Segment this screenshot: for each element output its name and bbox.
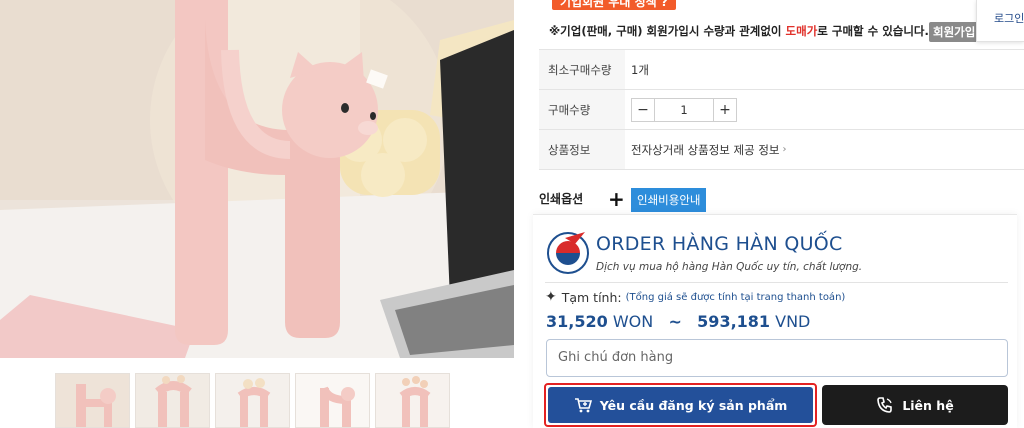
cart-icon: [574, 398, 592, 413]
thumbnail-strip: [55, 373, 450, 428]
brand-name: ORDER HÀNG HÀN QUỐC: [596, 233, 843, 255]
qty-label: 구매수량: [539, 90, 625, 129]
chevron-right-icon: ›: [782, 144, 787, 155]
price-won: 31,520: [546, 312, 608, 331]
qty-decrease-button[interactable]: −: [632, 99, 654, 121]
subtotal-note: (Tổng giá sẽ được tính tại trang thanh t…: [625, 291, 846, 303]
price-range: 31,520 WON ~ 593,181 VND: [546, 312, 810, 331]
product-info-label: 상품정보: [539, 130, 625, 169]
notice-suffix: 로 구매할 수 있습니다.: [817, 24, 929, 38]
purchase-panel: 기업회원 우대 정책 ? ※기업(판매, 구매) 회원가입시 수량과 관계없이 …: [533, 0, 1024, 428]
sparkle-icon: ✦: [545, 289, 557, 305]
product-info-table: 최소구매수량 1개 구매수량 − 1 + 상품정보 전자상거래 상품정보 제공 …: [539, 49, 1024, 170]
quantity-stepper: − 1 +: [631, 97, 737, 122]
qty-value-cell: − 1 +: [625, 97, 737, 122]
contact-button[interactable]: Liên hệ: [822, 385, 1008, 425]
order-note-input[interactable]: Ghi chú đơn hàng: [546, 339, 1008, 377]
promo-banner[interactable]: 기업회원 우대 정책 ?: [552, 0, 676, 10]
min-qty-label: 최소구매수량: [539, 50, 625, 89]
contact-button-label: Liên hệ: [902, 397, 954, 413]
thumbnail-5[interactable]: [375, 373, 450, 428]
notice-prefix: ※기업(판매, 구매) 회원가입시 수량과 관계없이: [549, 24, 786, 38]
product-info-text: 전자상거래 상품정보 제공 정보: [631, 142, 780, 157]
thumbnail-3[interactable]: [215, 373, 290, 428]
product-info-row: 상품정보 전자상거래 상품정보 제공 정보 ›: [539, 130, 1024, 170]
min-qty-value: 1개: [631, 62, 649, 77]
subtotal-row: ✦ Tạm tính: (Tổng giá sẽ được tính tại t…: [545, 289, 845, 305]
wholesale-notice: ※기업(판매, 구매) 회원가입시 수량과 관계없이 도매가로 구매할 수 있습…: [549, 23, 929, 39]
order-logo: [545, 230, 591, 276]
main-product-image: [0, 0, 514, 358]
login-link[interactable]: 로그인: [976, 0, 1024, 42]
vnd-unit: VND: [775, 312, 811, 331]
thumbnail-2[interactable]: [135, 373, 210, 428]
product-info-link[interactable]: 전자상거래 상품정보 제공 정보 ›: [625, 142, 787, 158]
divider: [545, 282, 1008, 283]
plus-icon[interactable]: +: [608, 187, 625, 211]
thumbnail-1[interactable]: [55, 373, 130, 428]
price-vnd: 593,181: [697, 312, 771, 331]
qty-input[interactable]: 1: [654, 98, 714, 121]
print-option-label: 인쇄옵션: [539, 192, 584, 206]
qty-row: 구매수량 − 1 +: [539, 90, 1024, 130]
subtotal-label: Tạm tính:: [561, 289, 622, 305]
order-card: ORDER HÀNG HÀN QUỐC Dịch vụ mua hộ hàng …: [533, 214, 1017, 428]
price-tilde: ~: [668, 312, 682, 331]
phone-icon: [877, 397, 893, 413]
product-page: 기업회원 우대 정책 ? ※기업(판매, 구매) 회원가입시 수량과 관계없이 …: [0, 0, 1024, 428]
register-button-label: Yêu cầu đăng ký sản phẩm: [599, 397, 788, 413]
won-unit: WON: [612, 312, 654, 331]
thumbnail-4[interactable]: [295, 373, 370, 428]
qty-increase-button[interactable]: +: [714, 99, 736, 121]
brand-tagline: Dịch vụ mua hộ hàng Hàn Quốc uy tín, chấ…: [596, 261, 863, 273]
print-cost-guide-button[interactable]: 인쇄비용안내: [631, 188, 707, 212]
register-product-button[interactable]: Yêu cầu đăng ký sản phẩm: [544, 383, 817, 427]
min-qty-row: 최소구매수량 1개: [539, 50, 1024, 90]
notice-highlight: 도매가: [785, 24, 818, 38]
register-product-button-inner[interactable]: Yêu cầu đăng ký sản phẩm: [548, 387, 813, 423]
